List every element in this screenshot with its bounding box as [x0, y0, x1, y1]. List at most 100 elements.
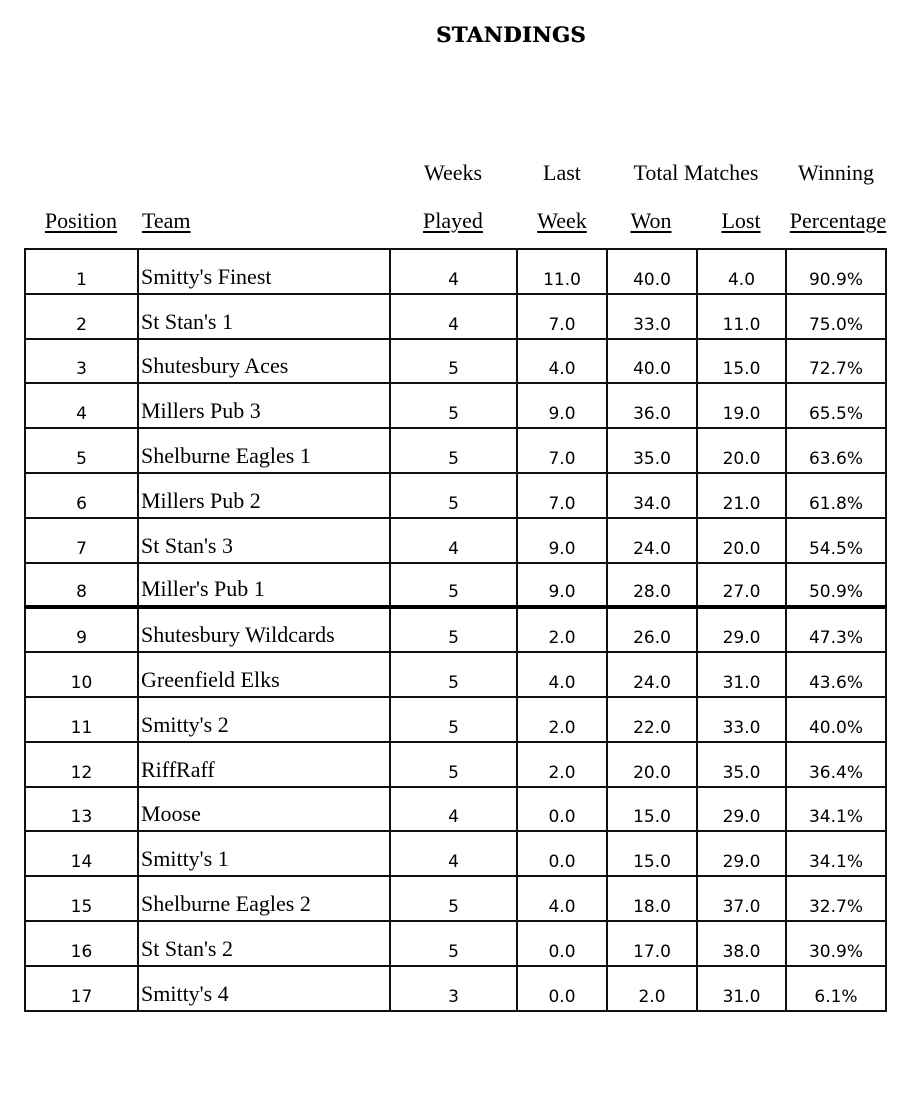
cell-last-week: 0.0 [516, 919, 608, 967]
table-row: 17 Smitty's 4 3 0.0 2.0 31.0 6.1% [24, 964, 887, 1012]
cell-weeks-played: 3 [389, 964, 518, 1012]
cell-won: 18.0 [606, 875, 698, 922]
cell-won: 40.0 [606, 337, 698, 385]
cell-lost: 20.0 [696, 427, 787, 474]
cell-won: 33.0 [606, 292, 698, 340]
header-last-top: Last [543, 160, 581, 185]
cell-winning-percentage: 34.1% [785, 785, 887, 833]
cell-weeks-played: 5 [389, 382, 518, 430]
cell-last-week: 9.0 [516, 382, 608, 430]
cell-last-week: 0.0 [516, 964, 608, 1012]
cell-lost: 27.0 [696, 561, 787, 610]
cell-team: Smitty's 2 [137, 695, 391, 743]
cell-weeks-played: 5 [389, 337, 518, 385]
table-row: 6 Millers Pub 2 5 7.0 34.0 21.0 61.8% [24, 471, 887, 519]
header-won: Won [630, 208, 672, 233]
cell-won: 20.0 [606, 740, 698, 788]
cell-team: Greenfield Elks [137, 651, 391, 698]
cell-position: 1 [24, 248, 139, 295]
page-title: STANDINGS [436, 22, 586, 47]
cell-winning-percentage: 32.7% [785, 875, 887, 922]
cell-team: Miller's Pub 1 [137, 561, 391, 610]
cell-won: 17.0 [606, 919, 698, 967]
table-row: 10 Greenfield Elks 5 4.0 24.0 31.0 43.6% [24, 651, 887, 698]
cell-last-week: 9.0 [516, 516, 608, 564]
table-row: 13 Moose 4 0.0 15.0 29.0 34.1% [24, 785, 887, 833]
cell-lost: 33.0 [696, 695, 787, 743]
cell-position: 11 [24, 695, 139, 743]
cell-last-week: 2.0 [516, 695, 608, 743]
cell-won: 24.0 [606, 516, 698, 564]
cell-last-week: 4.0 [516, 337, 608, 385]
cell-winning-percentage: 40.0% [785, 695, 887, 743]
header-last-week: Week [537, 208, 587, 233]
cell-weeks-played: 4 [389, 830, 518, 878]
cell-position: 5 [24, 427, 139, 474]
cell-winning-percentage: 6.1% [785, 964, 887, 1012]
cell-winning-percentage: 54.5% [785, 516, 887, 564]
cell-last-week: 2.0 [516, 740, 608, 788]
cell-weeks-played: 5 [389, 606, 518, 654]
cell-position: 10 [24, 651, 139, 698]
cell-lost: 31.0 [696, 651, 787, 698]
cell-won: 40.0 [606, 248, 698, 295]
cell-weeks-played: 4 [389, 785, 518, 833]
cell-position: 16 [24, 919, 139, 967]
cell-team: Millers Pub 3 [137, 382, 391, 430]
cell-won: 15.0 [606, 830, 698, 878]
cell-won: 26.0 [606, 606, 698, 654]
cell-last-week: 11.0 [516, 248, 608, 295]
cell-won: 28.0 [606, 561, 698, 610]
table-row: 5 Shelburne Eagles 1 5 7.0 35.0 20.0 63.6% [24, 427, 887, 474]
cell-winning-percentage: 36.4% [785, 740, 887, 788]
cell-position: 9 [24, 606, 139, 654]
cell-last-week: 4.0 [516, 651, 608, 698]
cell-lost: 15.0 [696, 337, 787, 385]
cell-team: Moose [137, 785, 391, 833]
cell-team: Millers Pub 2 [137, 471, 391, 519]
cell-weeks-played: 5 [389, 875, 518, 922]
table-row: 1 Smitty's Finest 4 11.0 40.0 4.0 90.9% [24, 248, 887, 295]
cell-position: 3 [24, 337, 139, 385]
cell-position: 4 [24, 382, 139, 430]
cell-winning-percentage: 63.6% [785, 427, 887, 474]
cell-won: 34.0 [606, 471, 698, 519]
cell-weeks-played: 5 [389, 740, 518, 788]
cell-won: 15.0 [606, 785, 698, 833]
cell-team: Smitty's 1 [137, 830, 391, 878]
cell-lost: 21.0 [696, 471, 787, 519]
cell-team: Shelburne Eagles 1 [137, 427, 391, 474]
table-row: 7 St Stan's 3 4 9.0 24.0 20.0 54.5% [24, 516, 887, 564]
cell-last-week: 0.0 [516, 830, 608, 878]
table-row: 11 Smitty's 2 5 2.0 22.0 33.0 40.0% [24, 695, 887, 743]
table-row: 15 Shelburne Eagles 2 5 4.0 18.0 37.0 32.7% [24, 875, 887, 922]
cell-lost: 29.0 [696, 830, 787, 878]
cell-lost: 19.0 [696, 382, 787, 430]
cell-lost: 20.0 [696, 516, 787, 564]
header-total-matches: Total Matches [633, 160, 759, 185]
cell-winning-percentage: 72.7% [785, 337, 887, 385]
cell-lost: 4.0 [696, 248, 787, 295]
table-row: 2 St Stan's 1 4 7.0 33.0 11.0 75.0% [24, 292, 887, 340]
cell-weeks-played: 5 [389, 695, 518, 743]
cell-team: Shelburne Eagles 2 [137, 875, 391, 922]
cell-last-week: 2.0 [516, 606, 608, 654]
cell-winning-percentage: 43.6% [785, 651, 887, 698]
cell-winning-percentage: 30.9% [785, 919, 887, 967]
cell-position: 14 [24, 830, 139, 878]
cell-team: St Stan's 2 [137, 919, 391, 967]
cell-lost: 29.0 [696, 606, 787, 654]
cell-winning-percentage: 34.1% [785, 830, 887, 878]
cell-lost: 38.0 [696, 919, 787, 967]
header-weeks-played: Played [423, 208, 483, 233]
cell-last-week: 7.0 [516, 471, 608, 519]
cell-team: Smitty's Finest [137, 248, 391, 295]
cell-last-week: 9.0 [516, 561, 608, 610]
cell-weeks-played: 4 [389, 292, 518, 340]
cell-lost: 29.0 [696, 785, 787, 833]
table-row: 16 St Stan's 2 5 0.0 17.0 38.0 30.9% [24, 919, 887, 967]
cell-winning-percentage: 75.0% [785, 292, 887, 340]
cell-team: St Stan's 1 [137, 292, 391, 340]
cell-position: 8 [24, 561, 139, 610]
cell-team: RiffRaff [137, 740, 391, 788]
